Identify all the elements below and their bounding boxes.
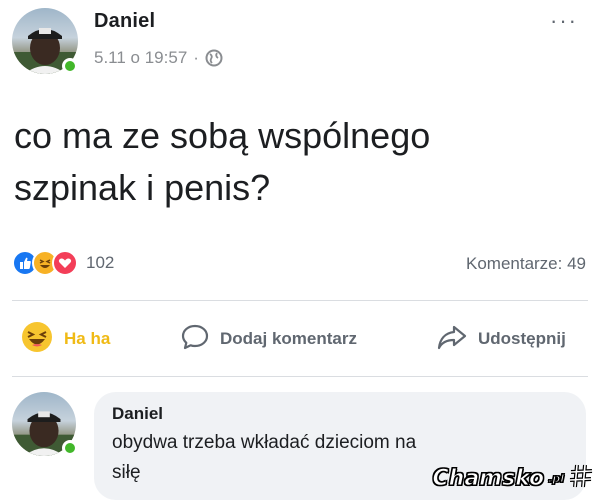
watermark-text: Chamsko	[432, 466, 545, 492]
watermark-suffix: .pl	[548, 472, 565, 486]
chamsko-watermark: Chamsko .pl	[432, 463, 594, 494]
reaction-count: 102	[86, 253, 115, 272]
post-author-name[interactable]: Daniel	[94, 10, 155, 33]
reactions-summary[interactable]: 102	[12, 250, 114, 276]
post-timestamp[interactable]: 5.11 o 19:57	[94, 48, 187, 68]
globe-icon[interactable]	[205, 49, 223, 67]
add-comment-label: Dodaj komentarz	[220, 329, 357, 348]
haha-icon	[20, 320, 54, 359]
divider	[12, 376, 588, 377]
comments-count-link[interactable]: Komentarze: 49	[466, 254, 586, 274]
commenter-avatar[interactable]	[12, 392, 78, 458]
share-arrow-icon	[436, 322, 468, 357]
comment-bubble-icon	[180, 322, 210, 357]
post-body-text: co ma ze sobą wspólnego szpinak i penis?	[14, 110, 574, 214]
haha-reaction-button[interactable]: Ha ha	[20, 312, 110, 366]
haha-label: Ha ha	[64, 329, 111, 348]
share-button[interactable]: Udostępnij	[436, 312, 566, 366]
action-bar: Ha ha Dodaj komentarz Udostępnij	[0, 312, 600, 366]
more-options-button[interactable]: ···	[550, 8, 578, 34]
divider	[12, 300, 588, 301]
share-label: Udostępnij	[478, 329, 566, 348]
add-comment-button[interactable]: Dodaj komentarz	[180, 312, 357, 366]
online-status-dot	[62, 58, 78, 74]
post-meta: 5.11 o 19:57 ·	[94, 48, 223, 68]
comment-author-name[interactable]: Daniel	[112, 404, 568, 424]
post-text-line: co ma ze sobą wspólnego	[14, 115, 431, 156]
author-avatar[interactable]	[12, 8, 80, 76]
love-icon	[52, 250, 78, 276]
facebook-post: Daniel 5.11 o 19:57 · ··· co ma ze sobą …	[0, 0, 600, 500]
comment-text-line: obydwa trzeba wkładać dzieciom na	[112, 432, 417, 453]
meta-separator: ·	[193, 48, 199, 67]
hashtag-logo-icon	[568, 463, 594, 494]
post-text-line: szpinak i penis?	[14, 167, 271, 208]
online-status-dot	[62, 440, 78, 456]
